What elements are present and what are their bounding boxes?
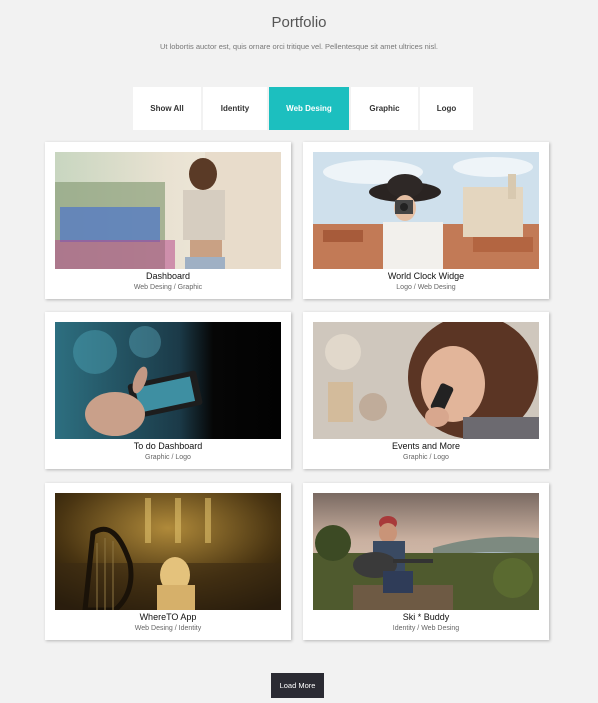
card-categories: Logo / Web Desing — [396, 284, 456, 291]
card-categories: Graphic / Logo — [403, 454, 449, 461]
card-title: WhereTO App — [139, 612, 197, 622]
filter-logo[interactable]: Logo — [420, 87, 473, 130]
portfolio-card-to-do-dashboard[interactable]: To do Dashboard Graphic / Logo — [45, 312, 291, 469]
card-categories: Web Desing / Graphic — [133, 284, 203, 291]
portfolio-card-events-and-more[interactable]: Events and More Graphic / Logo — [303, 312, 549, 469]
card-categories: Web Desing / Identity — [134, 625, 202, 632]
card-categories: Identity / Web Desing — [392, 625, 460, 632]
card-title: World Clock Widge — [387, 271, 465, 281]
filter-show-all[interactable]: Show All — [133, 87, 201, 130]
portfolio-card-whereto-app[interactable]: WhereTO App Web Desing / Identity — [45, 483, 291, 640]
load-more-button[interactable]: Load More — [271, 673, 324, 698]
filter-graphic[interactable]: Graphic — [351, 87, 418, 130]
woman-on-phone-photo — [313, 322, 539, 439]
filter-identity[interactable]: Identity — [203, 87, 267, 130]
filter-web-desing[interactable]: Web Desing — [269, 87, 349, 130]
portfolio-page: Portfolio Ut lobortis auctor est, quis o… — [0, 0, 598, 703]
guitarist-on-hill-photo — [313, 493, 539, 610]
portfolio-card-dashboard[interactable]: Dashboard Web Desing / Graphic — [45, 142, 291, 299]
card-categories: Graphic / Logo — [145, 454, 191, 461]
page-title: Portfolio — [271, 14, 327, 31]
card-title: To do Dashboard — [133, 441, 203, 451]
portfolio-card-ski-buddy[interactable]: Ski * Buddy Identity / Web Desing — [303, 483, 549, 640]
harp-player-photo — [55, 493, 281, 610]
filter-bar: Show All Identity Web Desing Graphic Log… — [133, 87, 473, 130]
hand-holding-phone-photo — [55, 322, 281, 439]
portfolio-card-world-clock-widge[interactable]: World Clock Widge Logo / Web Desing — [303, 142, 549, 299]
card-title: Ski * Buddy — [402, 612, 450, 622]
woman-in-crop-top-photo — [55, 152, 281, 269]
card-title: Dashboard — [145, 271, 191, 281]
woman-with-camera-photo — [313, 152, 539, 269]
page-subtitle: Ut lobortis auctor est, quis ornare orci… — [159, 42, 439, 51]
card-title: Events and More — [391, 441, 461, 451]
